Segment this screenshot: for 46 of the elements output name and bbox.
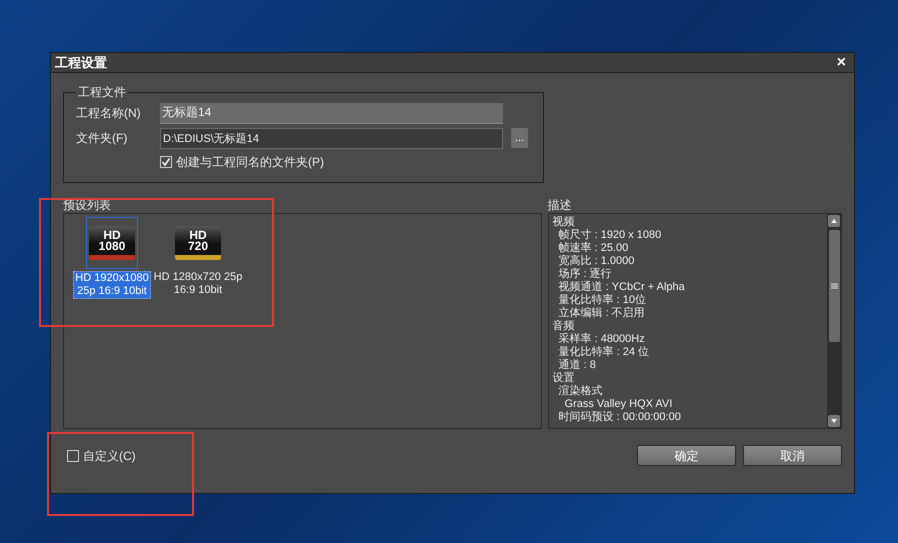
badge-text: HD [103,230,121,240]
field-label: 工程名称(N) [76,105,142,122]
description-line: 立体编辑 : 不启用 [558,307,646,320]
description-line: 宽高比 : 1.0000 [558,255,636,268]
description-line: 帧尺寸 : 1920 x 1080 [558,229,662,242]
window-title: 工程设置 [55,54,107,72]
badge-text: HD [189,230,207,240]
description-line: 量化比特率 : 10位 [558,294,647,306]
scrollbar[interactable] [827,214,841,428]
group-title: 工程文件 [77,84,127,101]
checkbox-label: 自定义(C) [83,448,136,464]
description-line: 音频 [552,320,576,333]
badge-text: 1080 [98,240,126,252]
custom-checkbox[interactable]: 自定义(C) [67,446,136,464]
description-line: 时间码预设 : 00:00:00:00 [558,411,682,424]
badge-text: 720 [188,240,208,252]
grip-icon [830,283,838,289]
scroll-thumb[interactable] [828,230,840,342]
check-icon [161,157,171,167]
browse-button[interactable]: ... [511,128,528,148]
description-line: 渲染格式 [558,385,604,398]
description-line: 通道 : 8 [558,359,597,372]
description-line: 视频通道 : YCbCr + Alpha [558,281,686,294]
preset-item[interactable]: HD 1080 HD 1920x1080 25p 16:9 10bit [72,217,152,299]
checkbox-label: 创建与工程同名的文件夹(P) [176,154,324,171]
create-folder-checkbox[interactable]: 创建与工程同名的文件夹(P) [160,153,531,171]
dialog-button[interactable]: 确定 [637,445,736,466]
description-line: Grass Valley HQX AVI [564,398,674,411]
project-name-field[interactable]: 无标题14 [160,102,503,124]
field-label: 文件夹(F) [76,130,128,147]
checkbox[interactable] [160,156,172,168]
section-title: 描述 [548,197,573,213]
preset-label: HD 1280x720 25p 16:9 10bit [152,271,244,297]
folder-field[interactable]: D:\EDIUS\无标题14 [160,128,503,148]
description-line: 设置 [552,372,576,384]
dialog-button[interactable]: 取消 [743,445,842,466]
checkbox[interactable] [67,450,79,462]
close-button[interactable]: × [832,54,850,70]
description-line: 帧速率 : 25.00 [558,242,630,254]
scroll-up-icon[interactable] [828,215,840,227]
description-line: 采样率 : 48000Hz [558,333,646,346]
description-line: 场序 : 逐行 [558,268,613,280]
description-line: 视频 [552,216,576,229]
scroll-down-icon[interactable] [828,415,840,427]
description-line: 量化比特率 : 24 位 [558,346,650,358]
preset-label: HD 1920x1080 25p 16:9 10bit [73,271,151,299]
